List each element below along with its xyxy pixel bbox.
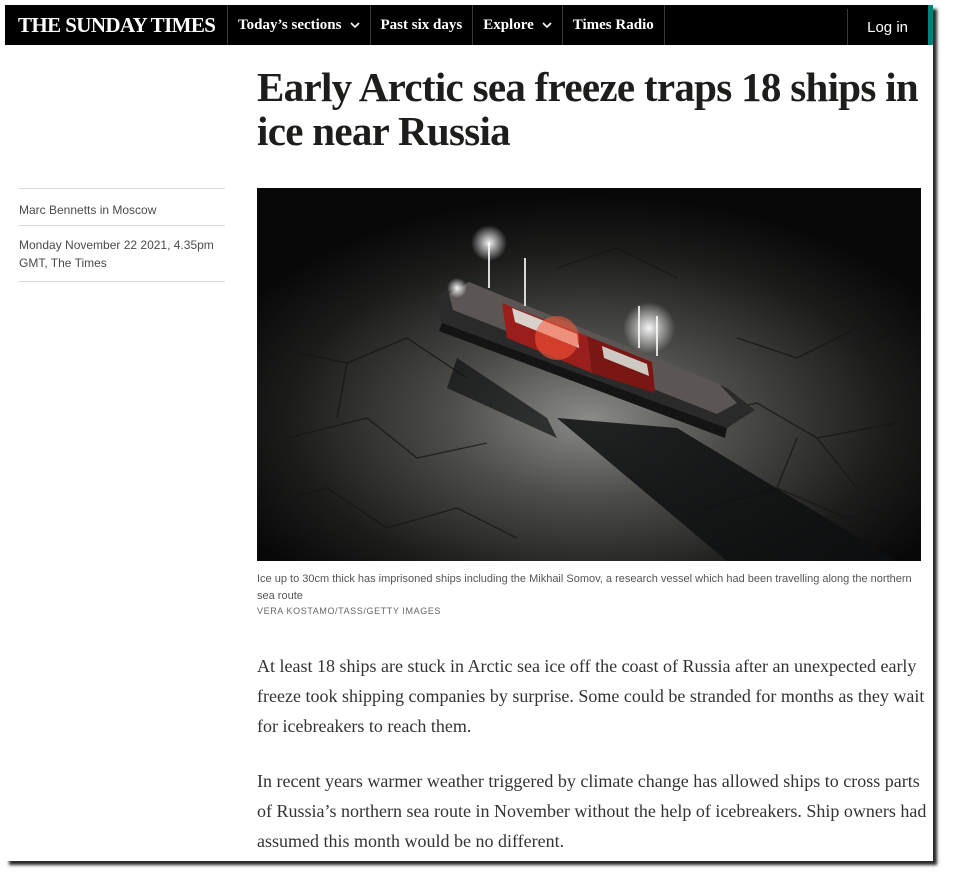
image-credit: VERA KOSTAMO/TASS/GETTY IMAGES (257, 606, 442, 616)
article-paragraph: At least 18 ships are stuck in Arctic se… (257, 656, 925, 736)
article-paragraph: In recent years warmer weather triggered… (257, 771, 927, 851)
nav-explore[interactable]: Explore (473, 5, 563, 45)
nav-todays-sections[interactable]: Today’s sections (228, 5, 371, 45)
nav-past-six-days[interactable]: Past six days (371, 5, 474, 45)
chevron-down-icon (349, 22, 360, 29)
nav-accent-bar (928, 5, 933, 45)
nav-explore-label: Explore (483, 16, 534, 33)
nav-todays-sections-label: Today’s sections (238, 16, 342, 33)
image-caption: Ice up to 30cm thick has imprisoned ship… (257, 573, 912, 602)
nav-past-six-days-label: Past six days (380, 16, 463, 33)
hero-image (257, 188, 921, 561)
author-byline[interactable]: Marc Bennetts in Moscow (19, 188, 225, 225)
nav-times-radio-label: Times Radio (572, 16, 654, 33)
login-button[interactable]: Log in (847, 9, 928, 45)
nav-times-radio[interactable]: Times Radio (563, 5, 665, 45)
top-navigation: THE SUNDAY TIMES Today’s sections Past s… (5, 5, 933, 45)
article-headline: Early Arctic sea freeze traps 18 ships i… (257, 64, 919, 154)
article-meta: Marc Bennetts in Moscow Monday November … (19, 188, 225, 282)
site-logo[interactable]: THE SUNDAY TIMES (5, 5, 228, 45)
ship-in-ice-photo (257, 188, 921, 561)
chevron-down-icon (542, 22, 552, 29)
page-frame: THE SUNDAY TIMES Today’s sections Past s… (5, 5, 933, 861)
publish-date: Monday November 22 2021, 4.35pm GMT, The… (19, 225, 225, 282)
